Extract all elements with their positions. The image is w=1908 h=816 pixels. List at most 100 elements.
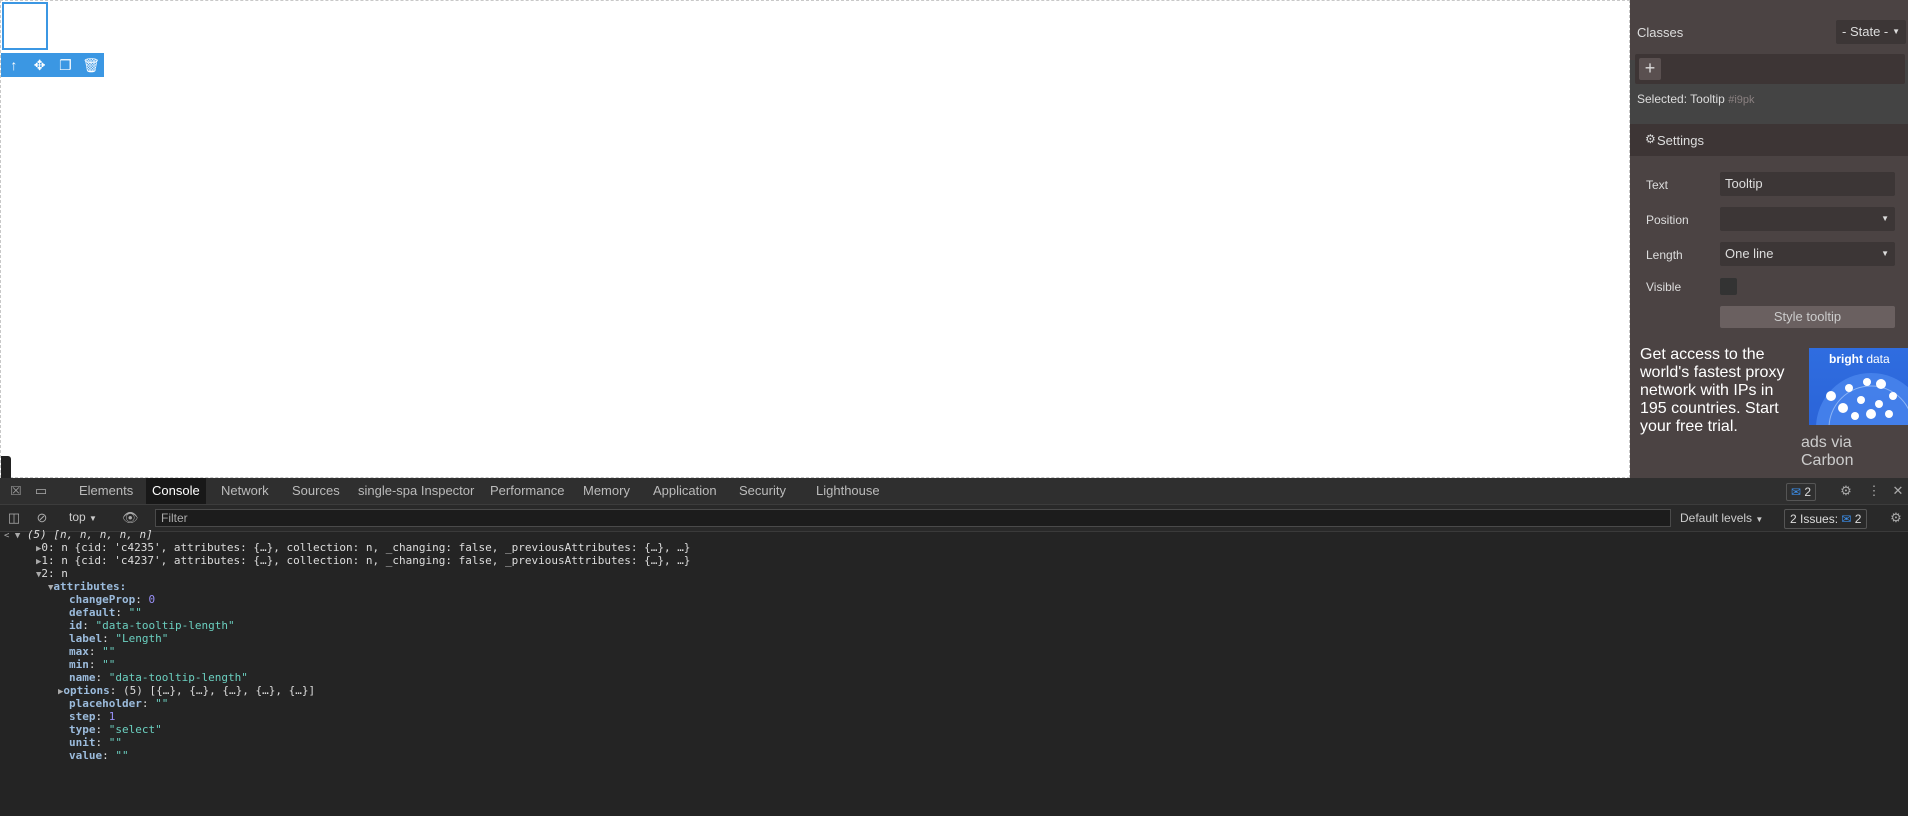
length-value: One line <box>1725 246 1774 261</box>
tab-application[interactable]: Application <box>647 478 723 504</box>
prop-colon: : <box>95 723 109 736</box>
globe-illustration <box>1816 373 1908 425</box>
prop-colon: : <box>109 684 124 697</box>
selected-info: Selected: Tooltip #i9pk <box>1637 92 1755 106</box>
prop-value: "" <box>115 749 129 762</box>
attribute-prop-line: unit: "" <box>69 736 122 749</box>
carbon-ad[interactable]: Get access to the world's fastest proxy … <box>1630 331 1908 478</box>
message-icon: ✉ <box>1841 512 1852 526</box>
add-class-button[interactable]: + <box>1639 58 1661 80</box>
selected-name: Tooltip <box>1690 92 1725 106</box>
inspect-element-icon[interactable]: ⮽ <box>8 483 24 499</box>
close-icon[interactable]: ✕ <box>1890 483 1906 499</box>
issues-count: 2 <box>1854 512 1862 526</box>
prop-value: "data-tooltip-length" <box>95 619 235 632</box>
visible-checkbox[interactable] <box>1720 278 1737 295</box>
chevron-down-icon: ▼ <box>1881 214 1889 223</box>
device-toolbar-icon[interactable]: ▭ <box>33 483 49 499</box>
prop-key: label <box>69 632 103 645</box>
length-select[interactable]: One line ▼ <box>1720 242 1895 266</box>
devtools-tabbar: ⮽ ▭ Elements Console Network Sources sin… <box>0 478 1908 505</box>
sidebar-toggle-icon[interactable]: ◫ <box>6 510 22 526</box>
select-parent-icon[interactable]: ↑ <box>1 53 27 77</box>
resize-handle[interactable] <box>1 456 11 479</box>
selected-id: #i9pk <box>1728 94 1755 106</box>
prop-colon: : <box>135 593 149 606</box>
prop-colon: : <box>102 632 116 645</box>
prop-key: default <box>69 606 116 619</box>
settings-gear-icon[interactable]: ⚙ <box>1838 483 1854 499</box>
filter-input[interactable]: Filter <box>155 509 1671 527</box>
prop-colon: : <box>102 749 116 762</box>
style-tooltip-button[interactable]: Style tooltip <box>1720 306 1895 328</box>
tab-memory[interactable]: Memory <box>577 478 636 504</box>
attributes-node[interactable]: ▼attributes: <box>48 580 126 593</box>
prop-value: "Length" <box>115 632 169 645</box>
console-item-2[interactable]: ▼2: n <box>36 567 68 580</box>
attribute-prop-line: default: "" <box>69 606 142 619</box>
tab-console[interactable]: Console <box>146 478 206 504</box>
default-levels-select[interactable]: Default levels ▼ <box>1680 511 1763 525</box>
classes-section: Classes - State - ▼ + Selected: Tooltip #… <box>1630 0 1908 106</box>
prop-value: "data-tooltip-length" <box>108 671 248 684</box>
messages-count: 2 <box>1804 485 1812 499</box>
ad-image[interactable]: bright data <box>1809 348 1908 425</box>
array-summary: (5) [n, n, n, n, n] <box>26 528 153 541</box>
selected-component[interactable] <box>2 2 48 50</box>
console-item-0[interactable]: ▶0: n {cid: 'c4235', attributes: {…}, co… <box>36 541 690 554</box>
console-item-1[interactable]: ▶1: n {cid: 'c4237', attributes: {…}, co… <box>36 554 690 567</box>
attribute-prop-line: value: "" <box>69 749 129 762</box>
state-select-value: - State - <box>1842 24 1889 39</box>
issues-button[interactable]: 2 Issues: ✉ 2 <box>1784 509 1868 529</box>
console-output: < ▼ (5) [n, n, n, n, n] ▶0: n {cid: 'c42… <box>0 528 1908 816</box>
prop-key: type <box>69 723 96 736</box>
state-select[interactable]: - State - ▼ <box>1836 20 1906 44</box>
eye-icon[interactable]: 👁 <box>122 510 139 526</box>
issues-label: 2 Issues: <box>1790 512 1839 526</box>
console-settings-icon[interactable]: ⚙ <box>1888 510 1904 526</box>
prop-colon: : <box>95 671 109 684</box>
prop-colon: : <box>141 697 156 710</box>
expand-triangle-icon: < ▼ <box>4 531 21 541</box>
levels-value: Default levels <box>1680 511 1753 525</box>
ads-via-carbon-link[interactable]: ads via Carbon <box>1801 434 1908 470</box>
devtools-panel: ⮽ ▭ Elements Console Network Sources sin… <box>0 478 1908 816</box>
context-select[interactable]: top ▼ <box>69 510 97 524</box>
move-icon[interactable]: ✥ <box>27 53 53 77</box>
tab-network[interactable]: Network <box>215 478 275 504</box>
tab-lighthouse[interactable]: Lighthouse <box>810 478 886 504</box>
messages-badge[interactable]: ✉ 2 <box>1786 483 1817 501</box>
trait-label-length: Length <box>1646 248 1683 262</box>
class-tags-field[interactable]: + <box>1635 54 1905 84</box>
trait-label-text: Text <box>1646 178 1669 192</box>
prop-key: options <box>63 684 110 697</box>
tab-security[interactable]: Security <box>733 478 792 504</box>
tab-performance[interactable]: Performance <box>484 478 570 504</box>
delete-icon[interactable]: 🗑 <box>78 53 104 77</box>
tab-elements[interactable]: Elements <box>73 478 139 504</box>
trait-label-visible: Visible <box>1646 280 1682 294</box>
prop-colon: : <box>88 645 103 658</box>
position-select[interactable]: ▼ <box>1720 207 1895 231</box>
prop-key: placeholder <box>69 697 142 710</box>
tab-single-spa-inspector[interactable]: single-spa Inspector <box>352 478 480 504</box>
attribute-prop-line: label: "Length" <box>69 632 168 645</box>
ad-text[interactable]: Get access to the world's fastest proxy … <box>1640 346 1800 436</box>
prop-value: "" <box>102 658 116 671</box>
clear-console-icon[interactable]: ⊘ <box>34 510 50 526</box>
attributes-key: attributes: <box>53 580 127 593</box>
editor-canvas[interactable]: ↑ ✥ ❐ 🗑 <box>0 0 1630 479</box>
settings-header[interactable]: ⚙ Settings <box>1630 124 1908 156</box>
attribute-prop-line: min: "" <box>69 658 115 671</box>
attribute-prop-line[interactable]: ▶options: (5) [{…}, {…}, {…}, {…}, {…}] <box>58 684 315 697</box>
prop-value: "select" <box>108 723 162 736</box>
item-0-text: 0: n {cid: 'c4235', attributes: {…}, col… <box>41 541 691 554</box>
chevron-down-icon: ▼ <box>1755 515 1764 524</box>
clone-icon[interactable]: ❐ <box>53 53 79 77</box>
chevron-down-icon: ▼ <box>1892 27 1900 36</box>
more-options-icon[interactable]: ⋮ <box>1866 483 1882 499</box>
tab-sources[interactable]: Sources <box>286 478 346 504</box>
attribute-prop-line: id: "data-tooltip-length" <box>69 619 235 632</box>
text-field[interactable]: Tooltip <box>1720 172 1895 196</box>
console-header-line[interactable]: < ▼ (5) [n, n, n, n, n] <box>4 528 153 541</box>
